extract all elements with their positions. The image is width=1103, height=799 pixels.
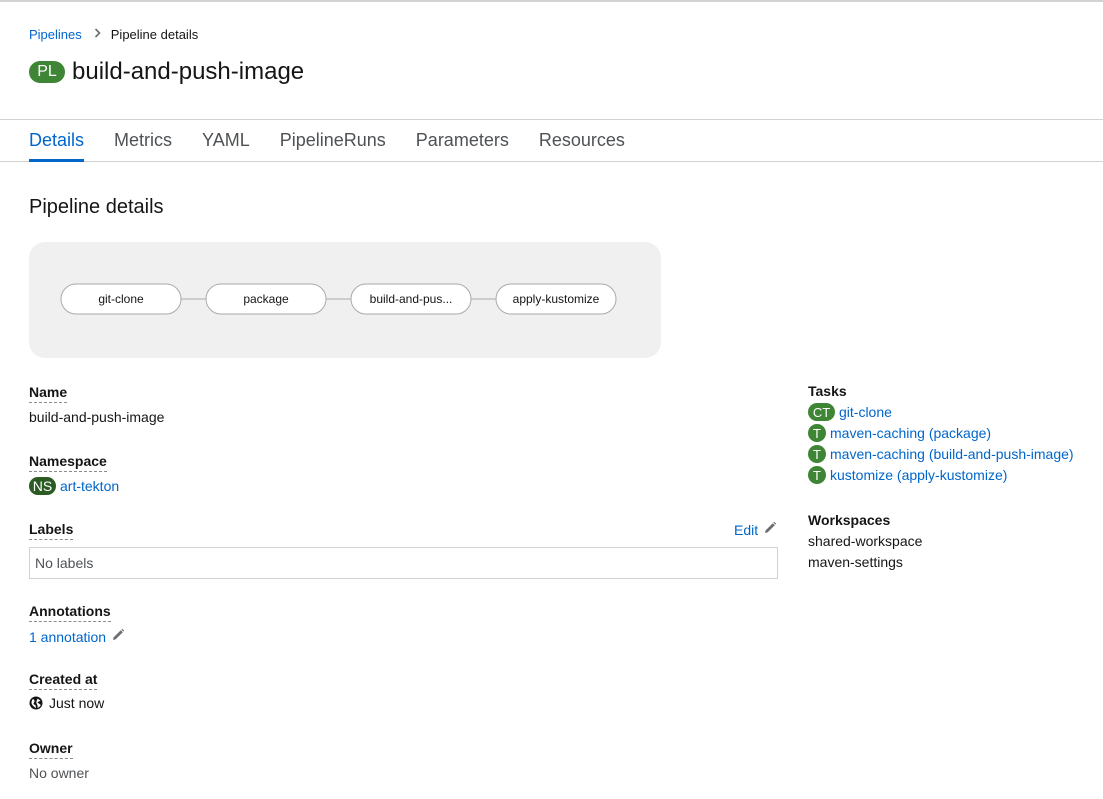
annotations-label: Annotations xyxy=(29,603,111,622)
task-badge: T xyxy=(808,424,826,442)
topology-node-package[interactable]: package xyxy=(205,283,327,315)
task-link[interactable]: maven-caching (package) xyxy=(830,425,991,441)
tab-metrics[interactable]: Metrics xyxy=(114,120,172,161)
pipeline-badge: PL xyxy=(29,61,65,83)
tasks-label: Tasks xyxy=(808,383,847,399)
annotations-link[interactable]: 1 annotation xyxy=(29,629,106,645)
node-label: package xyxy=(243,292,289,306)
page-header: PL build-and-push-image xyxy=(29,58,304,86)
tabs: Details Metrics YAML PipelineRuns Parame… xyxy=(29,120,655,162)
topology-node-apply-kustomize[interactable]: apply-kustomize xyxy=(495,283,617,315)
section-title: Pipeline details xyxy=(29,196,164,218)
topology-node-git-clone[interactable]: git-clone xyxy=(60,283,182,315)
workspace-item: shared-workspace xyxy=(808,533,923,549)
namespace-link[interactable]: art-tekton xyxy=(60,478,119,494)
task-badge: CT xyxy=(808,403,835,421)
task-item: T maven-caching (package) xyxy=(808,424,991,442)
labels-edit-button[interactable]: Edit xyxy=(734,521,777,538)
breadcrumb: Pipelines Pipeline details xyxy=(29,27,198,42)
task-badge: T xyxy=(808,445,826,463)
tabs-bar: Details Metrics YAML PipelineRuns Parame… xyxy=(0,119,1103,162)
topology-node-build-and-push[interactable]: build-and-pus... xyxy=(350,283,472,315)
workspaces-label: Workspaces xyxy=(808,512,891,528)
name-label: Name xyxy=(29,384,68,403)
namespace-value: NS art-tekton xyxy=(29,477,119,495)
labels-label: Labels xyxy=(29,521,74,540)
pencil-icon xyxy=(763,521,777,538)
created-at-value: Just now xyxy=(29,695,104,711)
task-link[interactable]: kustomize (apply-kustomize) xyxy=(830,467,1007,483)
task-link[interactable]: maven-caching (build-and-push-image) xyxy=(830,446,1074,462)
edit-label: Edit xyxy=(734,521,759,538)
breadcrumb-pipelines-link[interactable]: Pipelines xyxy=(29,27,82,42)
tab-details[interactable]: Details xyxy=(29,120,85,162)
labels-box[interactable]: No labels xyxy=(29,547,778,579)
namespace-label: Namespace xyxy=(29,453,107,472)
pencil-icon[interactable] xyxy=(111,628,125,645)
tab-resources[interactable]: Resources xyxy=(539,120,625,161)
task-item: T kustomize (apply-kustomize) xyxy=(808,466,1007,484)
task-item: T maven-caching (build-and-push-image) xyxy=(808,445,1074,463)
task-item: CT git-clone xyxy=(808,403,892,421)
node-label: git-clone xyxy=(98,292,144,306)
topology-graph: git-clone package build-and-pus... apply… xyxy=(60,283,617,315)
globe-icon xyxy=(29,696,43,710)
top-border xyxy=(0,0,1103,2)
annotations-value: 1 annotation xyxy=(29,628,125,645)
node-label: apply-kustomize xyxy=(513,292,600,306)
namespace-badge: NS xyxy=(29,477,56,495)
node-label: build-and-pus... xyxy=(370,292,453,306)
owner-value: No owner xyxy=(29,765,89,781)
workspace-item: maven-settings xyxy=(808,554,903,570)
name-value: build-and-push-image xyxy=(29,409,165,425)
tab-parameters[interactable]: Parameters xyxy=(416,120,509,161)
task-link[interactable]: git-clone xyxy=(839,404,892,420)
created-at-text: Just now xyxy=(49,695,105,711)
tab-yaml[interactable]: YAML xyxy=(202,120,250,161)
owner-label: Owner xyxy=(29,740,73,759)
breadcrumb-current: Pipeline details xyxy=(110,27,199,42)
pipeline-topology: git-clone package build-and-pus... apply… xyxy=(29,242,661,358)
tab-pipelineruns[interactable]: PipelineRuns xyxy=(280,120,386,161)
chevron-right-icon xyxy=(94,28,101,41)
page-title: build-and-push-image xyxy=(72,58,305,85)
task-badge: T xyxy=(808,466,826,484)
created-at-label: Created at xyxy=(29,671,98,690)
